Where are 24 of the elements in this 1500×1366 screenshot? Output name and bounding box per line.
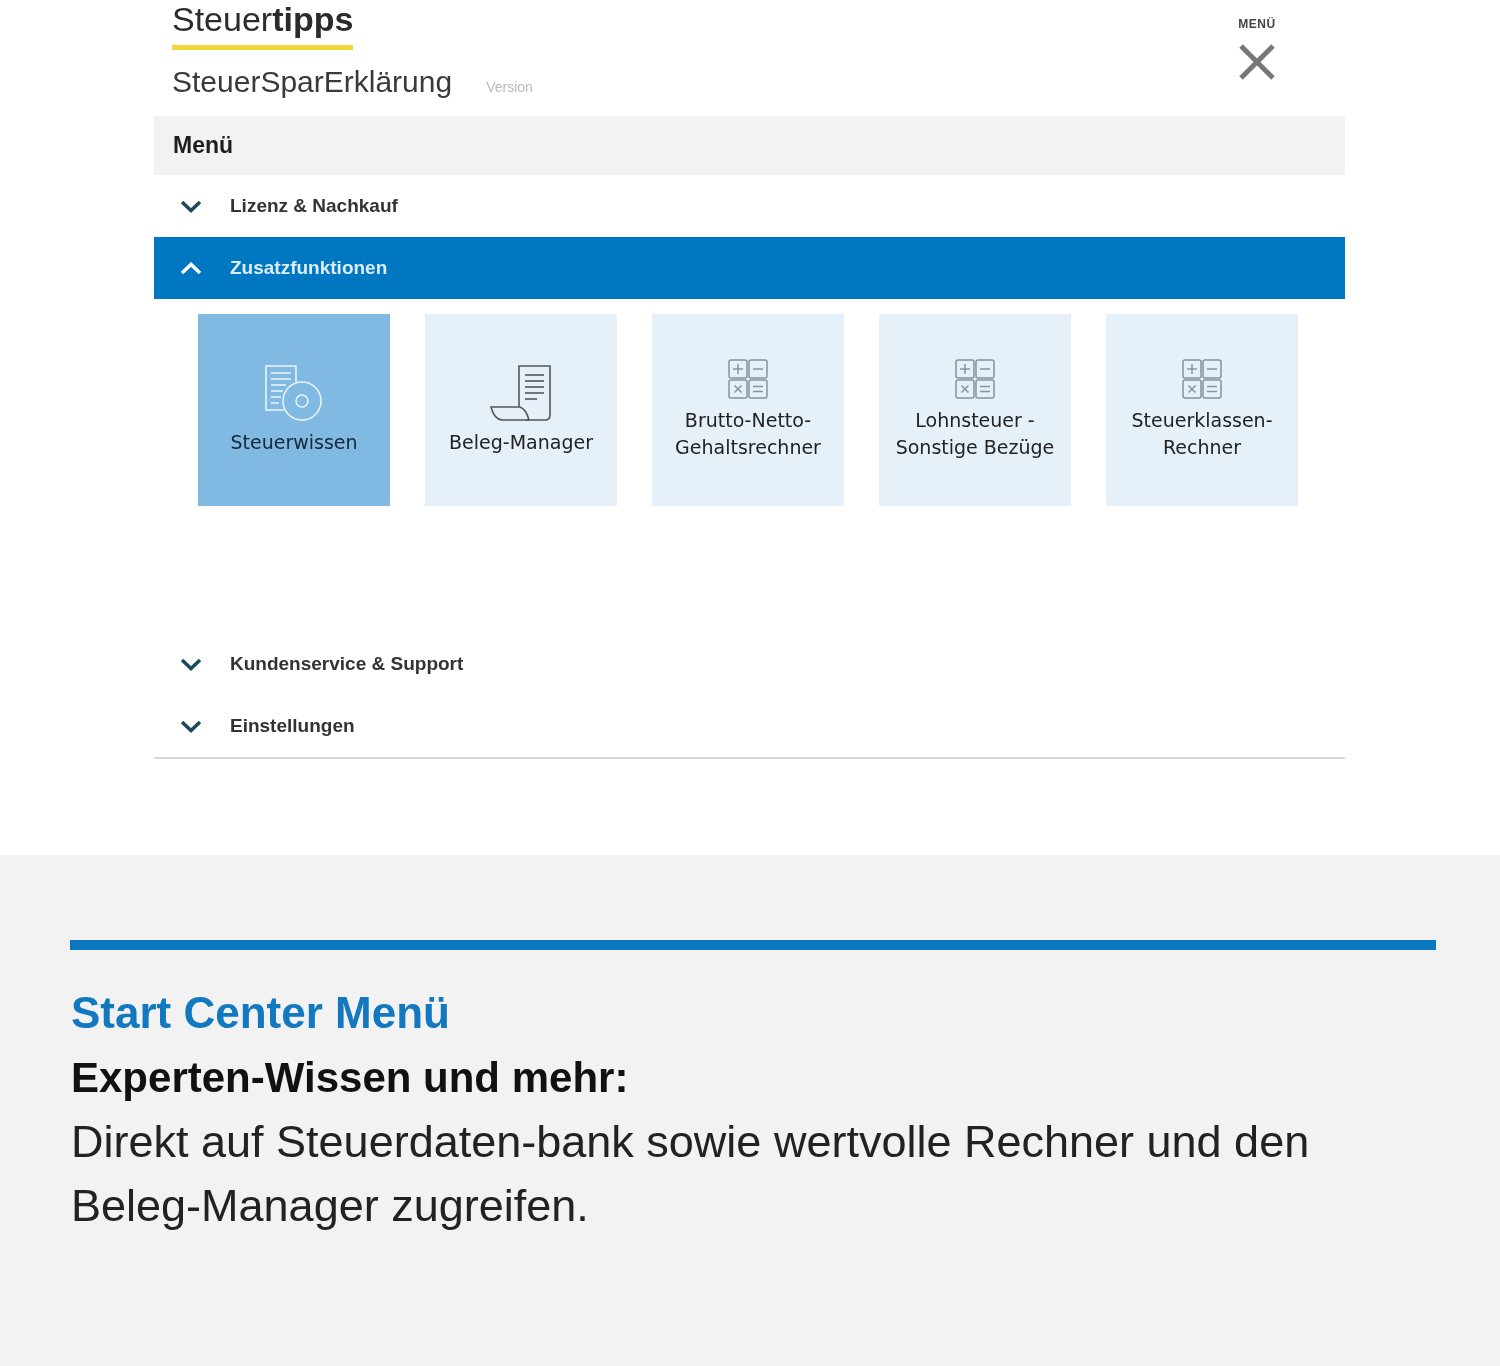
chevron-down-icon xyxy=(180,719,202,733)
accordion-header[interactable]: Zusatzfunktionen xyxy=(154,237,1345,299)
menu-close-button[interactable]: MENÜ xyxy=(1238,0,1276,81)
version-label: Version xyxy=(486,79,533,95)
close-icon xyxy=(1238,43,1276,81)
receipt-icon xyxy=(490,364,552,421)
chevron-down-icon xyxy=(180,657,202,671)
product-name: SteuerSparErklärung xyxy=(172,64,453,100)
feature-tile[interactable]: Steuerwissen xyxy=(198,314,390,506)
menu-title: Menü xyxy=(173,132,234,159)
feature-tile[interactable]: Beleg-Manager xyxy=(425,314,617,506)
chevron-up-icon xyxy=(180,261,202,275)
feature-tile[interactable]: Steuerklassen-Rechner xyxy=(1106,314,1298,506)
logo: Steuertipps xyxy=(172,0,354,50)
caption-title: Start Center Menü xyxy=(71,987,451,1039)
calculator-icon xyxy=(1182,359,1222,399)
calculator-icon xyxy=(728,359,768,399)
caption-text: Direkt auf Steuerdaten-bank sowie wertvolle Rechner und den Beleg-Manager zugreifen. xyxy=(71,1115,1311,1233)
chevron-down-icon xyxy=(180,199,202,213)
feature-tile[interactable]: Lohnsteuer - Sonstige Bezüge xyxy=(879,314,1071,506)
caption-subtitle: Experten-Wissen und mehr: xyxy=(71,1053,630,1103)
document-disc-icon xyxy=(265,364,323,421)
calculator-icon xyxy=(955,359,995,399)
feature-tile[interactable]: Brutto-Netto-Gehaltsrechner xyxy=(652,314,844,506)
